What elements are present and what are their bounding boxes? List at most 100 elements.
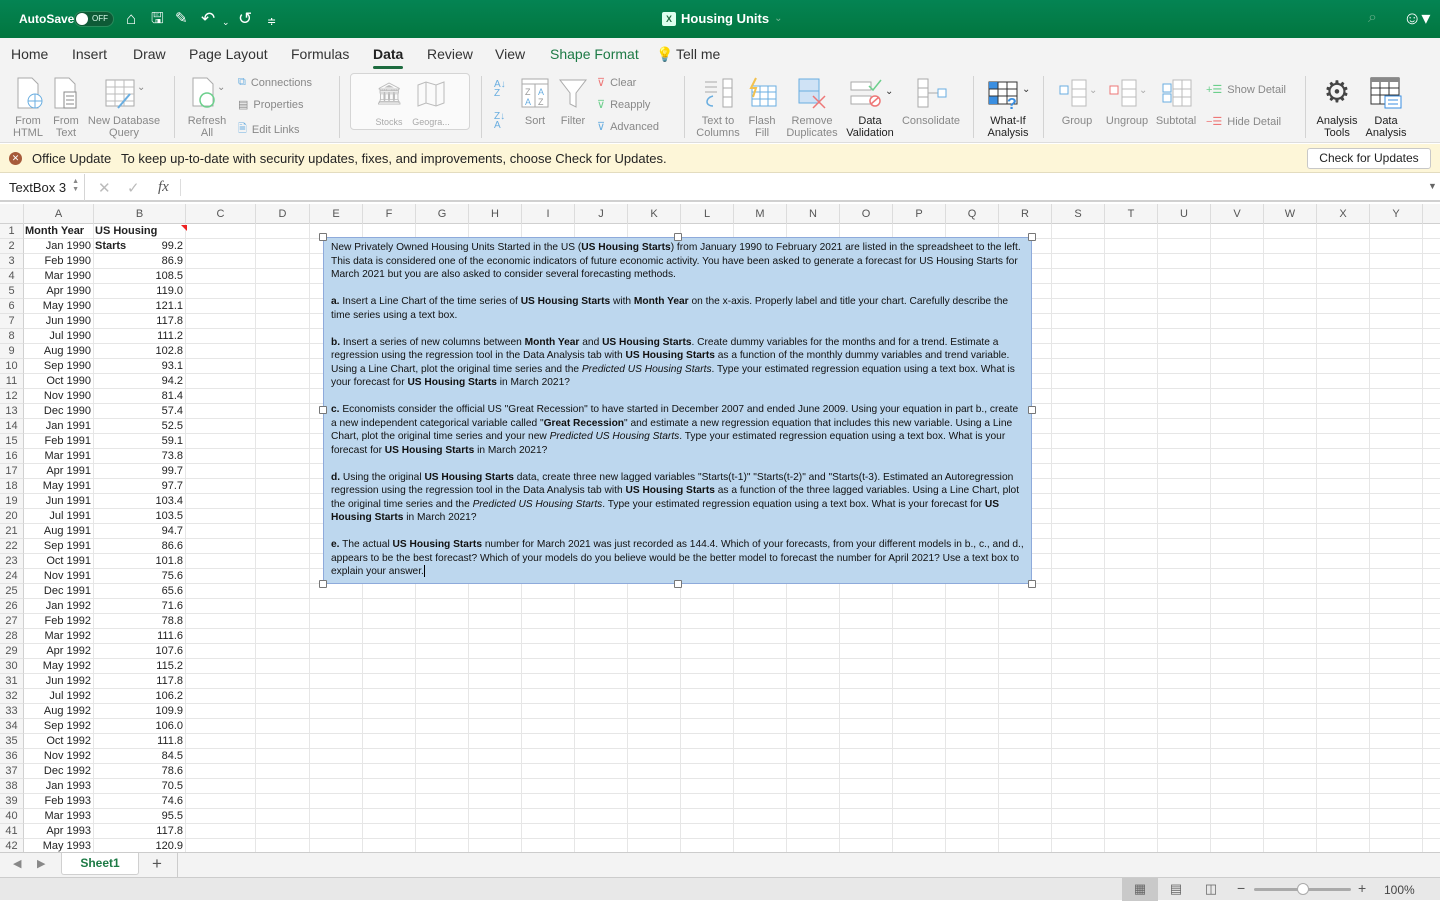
cell-housing-starts[interactable]: 121.1 [94,299,186,314]
remove-duplicates-button[interactable]: Remove Duplicates [785,75,839,139]
cell-housing-starts[interactable]: 99.7 [94,464,186,479]
zoom-in-icon[interactable]: + [1358,880,1366,896]
cell-housing-starts[interactable]: 86.6 [94,539,186,554]
what-if-analysis-button[interactable]: ? ⌄ What-If Analysis [982,75,1034,139]
row-header[interactable]: 26 [0,599,24,614]
subtotal-button[interactable]: Subtotal [1154,75,1198,127]
check-for-updates-button[interactable]: Check for Updates [1307,148,1431,169]
new-database-query-button[interactable]: ⌄ New Database Query [86,75,162,139]
row-header[interactable]: 20 [0,509,24,524]
cell-housing-starts[interactable]: 97.7 [94,479,186,494]
group-button[interactable]: ⌄ Group [1056,75,1098,127]
cell-month-year[interactable]: Mar 1990 [24,269,94,284]
row-header[interactable]: 37 [0,764,24,779]
cell-month-year[interactable]: Jul 1991 [24,509,94,524]
cell-housing-starts[interactable]: 109.9 [94,704,186,719]
resize-handle-se[interactable] [1028,580,1036,588]
undo-icon[interactable]: ↶ [201,9,215,29]
tab-shape-format[interactable]: Shape Format [550,46,639,62]
sort-descending-button[interactable]: Z↓ A [494,112,505,131]
page-break-view-icon[interactable]: ◫ [1193,878,1229,901]
cell-month-year[interactable]: May 1992 [24,659,94,674]
cell-housing-starts[interactable]: 93.1 [94,359,186,374]
tab-review[interactable]: Review [427,46,473,62]
row-header[interactable]: 31 [0,674,24,689]
tab-draw[interactable]: Draw [133,46,166,62]
ungroup-button[interactable]: ⌄ Ungroup [1102,75,1152,127]
resize-handle-w[interactable] [319,406,327,414]
cell-month-year[interactable]: Mar 1993 [24,809,94,824]
row-header[interactable]: 12 [0,389,24,404]
row-header[interactable]: 6 [0,299,24,314]
row-header[interactable]: 9 [0,344,24,359]
column-header-n[interactable]: N [787,204,840,224]
row-header[interactable]: 8 [0,329,24,344]
column-header-t[interactable]: T [1105,204,1158,224]
row-header[interactable]: 16 [0,449,24,464]
cell-month-year[interactable]: Dec 1991 [24,584,94,599]
row-header[interactable]: 36 [0,749,24,764]
resize-handle-s[interactable] [674,580,682,588]
column-header-l[interactable]: L [681,204,734,224]
autosave-toggle[interactable]: OFF [74,11,114,27]
column-header-j[interactable]: J [575,204,628,224]
row-header[interactable]: 27 [0,614,24,629]
from-text-button[interactable]: From Text [50,75,82,139]
cell-housing-starts[interactable]: 119.0 [94,284,186,299]
cell-housing-starts[interactable]: 120.9 [94,839,186,852]
properties-button[interactable]: ▤ Properties [238,98,304,112]
zoom-slider[interactable] [1254,883,1351,895]
cell-month-year[interactable]: Jan 1990 [24,239,94,254]
cell-housing-starts[interactable]: 81.4 [94,389,186,404]
cell-housing-starts[interactable]: 115.2 [94,659,186,674]
cell-housing-starts[interactable]: 57.4 [94,404,186,419]
cell-housing-starts[interactable]: 99.2 [94,239,186,254]
clear-filter-button[interactable]: ⊽ Clear [597,76,636,90]
cell-month-year[interactable]: Jan 1991 [24,419,94,434]
row-header[interactable]: 41 [0,824,24,839]
analysis-tools-button[interactable]: ⚙ Analysis Tools [1314,75,1360,140]
cell-month-year[interactable]: Dec 1990 [24,404,94,419]
consolidate-button[interactable]: Consolidate [899,75,963,127]
cell-housing-starts[interactable]: 65.6 [94,584,186,599]
data-analysis-button[interactable]: Data Analysis [1362,75,1410,139]
row-header[interactable]: 39 [0,794,24,809]
row-header[interactable]: 42 [0,839,24,852]
cell-housing-starts[interactable]: 117.8 [94,824,186,839]
text-to-columns-button[interactable]: Text to Columns [694,75,742,139]
cell-housing-starts[interactable]: 74.6 [94,794,186,809]
cell-month-year[interactable]: Sep 1991 [24,539,94,554]
row-header[interactable]: 21 [0,524,24,539]
cell-housing-starts[interactable]: 59.1 [94,434,186,449]
customize-toolbar-icon[interactable]: ≑ [267,12,276,32]
cell-month-year[interactable]: May 1991 [24,479,94,494]
column-header-d[interactable]: D [256,204,310,224]
cell-month-year[interactable]: Feb 1990 [24,254,94,269]
previous-sheet-icon[interactable]: ◀ [13,857,21,870]
tell-me-search[interactable]: Tell me [676,46,720,62]
next-sheet-icon[interactable]: ▶ [37,857,45,870]
function-fx-icon[interactable]: fx [158,179,169,196]
cancel-icon[interactable]: ✕ [98,179,111,197]
cell-month-year[interactable]: May 1993 [24,839,94,852]
cell-month-year[interactable]: Jun 1991 [24,494,94,509]
row-header[interactable]: 11 [0,374,24,389]
column-header-y[interactable]: Y [1370,204,1423,224]
from-html-button[interactable]: From HTML [8,75,48,139]
cell-month-year[interactable]: Dec 1992 [24,764,94,779]
home-icon[interactable]: ⌂ [126,9,136,29]
column-header-a[interactable]: A [24,204,94,224]
row-header[interactable]: 22 [0,539,24,554]
tab-insert[interactable]: Insert [72,46,107,62]
row-header[interactable]: 15 [0,434,24,449]
cell-month-year[interactable]: Nov 1990 [24,389,94,404]
cell-housing-starts[interactable]: 78.6 [94,764,186,779]
column-header-k[interactable]: K [628,204,681,224]
column-header-x[interactable]: X [1317,204,1370,224]
row-header[interactable]: 2 [0,239,24,254]
cell-housing-starts[interactable]: 108.5 [94,269,186,284]
column-header-u[interactable]: U [1158,204,1211,224]
redo-icon[interactable]: ↺ [238,9,252,29]
tab-data[interactable]: Data [373,46,404,69]
cell-month-year[interactable]: Apr 1992 [24,644,94,659]
